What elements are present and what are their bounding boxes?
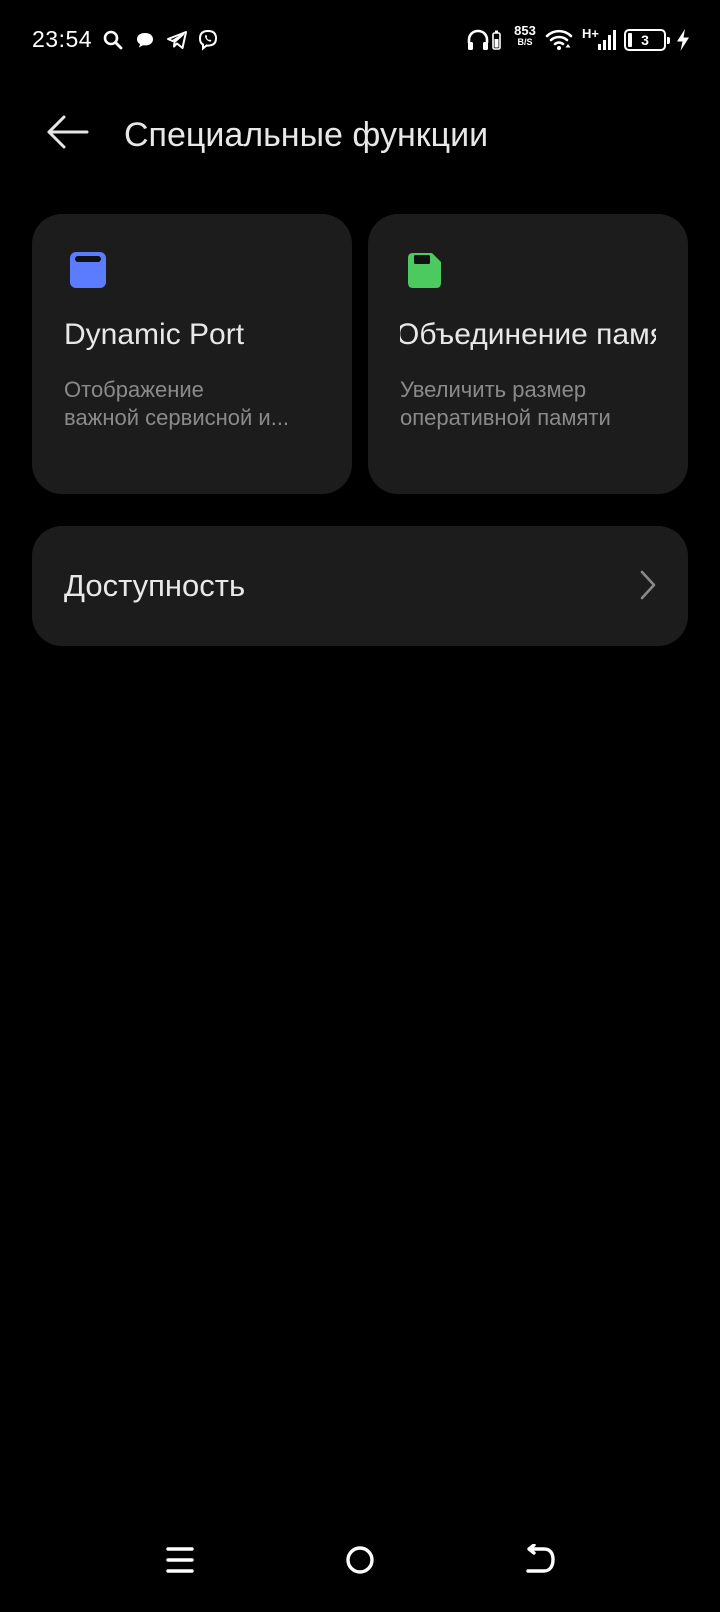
feature-cards: Dynamic Port Отображение важной сервисно… [32,214,688,494]
home-icon [346,1546,374,1574]
card-title: Dynamic Port [64,318,245,351]
status-bar: 23:54 853 B/S H+ 3 [0,0,720,80]
signal-icon [596,26,618,54]
headphones-battery-icon [491,26,501,54]
home-button[interactable] [332,1532,388,1588]
list-item-label: Доступность [64,568,246,603]
net-speed-unit: B/S [517,37,533,47]
card-description-line: Увеличить размер [400,377,587,402]
headphones-icon [466,26,490,54]
recents-button[interactable] [152,1532,208,1588]
card-dynamic-port[interactable]: Dynamic Port Отображение важной сервисно… [32,214,352,494]
app-header: Специальные функции [0,96,720,176]
viber-icon [196,26,220,54]
card-description: Увеличить размер оперативной памяти [400,376,656,432]
sd-card-icon [408,253,441,288]
menu-icon [166,1547,194,1573]
card-description: Отображение важной сервисной и... [64,376,320,432]
chevron-right-icon [640,570,656,600]
window-icon [70,252,106,288]
wifi-icon [544,26,574,54]
net-speed-value: 853 [514,23,536,38]
back-gesture-icon [526,1544,555,1573]
card-description-line: важной сервисной и... [64,405,290,430]
message-icon [134,26,156,54]
system-back-button[interactable] [512,1532,568,1588]
status-time: 23:54 [32,26,93,52]
battery-level: 3 [641,32,649,48]
list-item-accessibility[interactable]: Доступность [32,526,688,646]
telegram-icon [165,26,189,54]
card-memory-merge[interactable]: Объединение памяти Увеличить размер опер… [368,214,688,494]
charging-icon [674,26,692,54]
navigation-bar [0,1502,720,1612]
card-description-line: оперативной памяти [400,405,611,430]
search-icon [102,26,124,54]
arrow-left-icon [47,115,89,149]
card-description-line: Отображение [64,377,204,402]
net-speed: 853 B/S [510,24,540,47]
battery-icon: 3 [624,29,670,51]
card-title: Объединение памяти [400,318,656,351]
settings-screen: 23:54 853 B/S H+ 3 Специальные функции D… [0,0,720,1612]
page-title: Специальные функции [124,116,489,154]
back-button[interactable] [40,108,96,156]
